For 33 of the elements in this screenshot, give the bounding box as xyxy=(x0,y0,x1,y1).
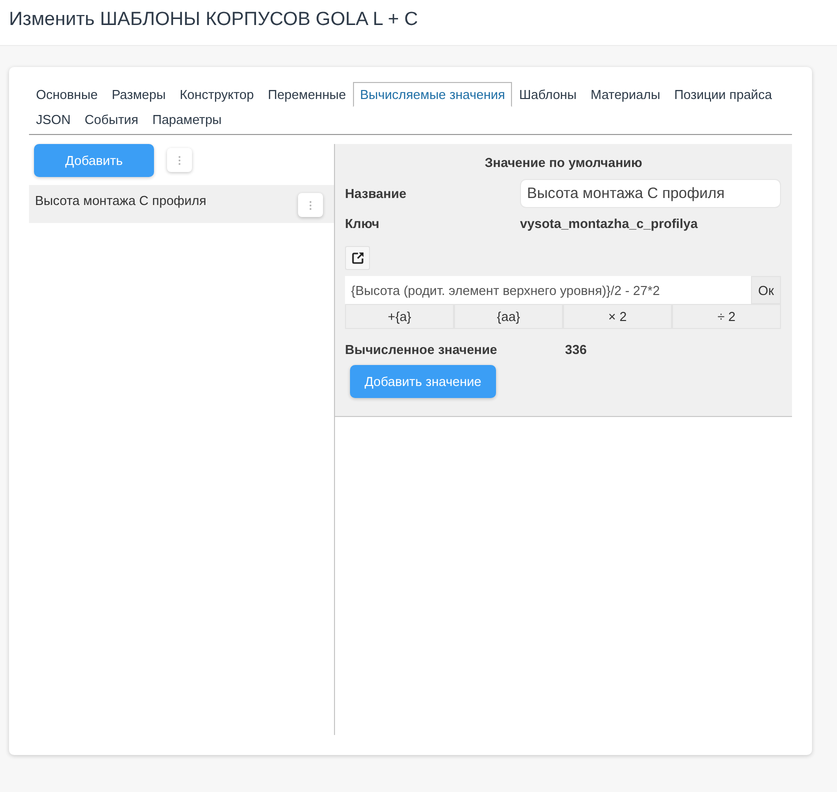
tab[interactable]: JSON xyxy=(29,107,78,132)
operator-button[interactable]: +{a} xyxy=(345,304,454,329)
page-title: Изменить ШАБЛОНЫ КОРПУСОВ GOLA L + C xyxy=(9,8,418,32)
tab[interactable]: Размеры xyxy=(104,82,173,107)
more-icon xyxy=(309,200,312,210)
more-button[interactable] xyxy=(167,148,192,172)
name-input[interactable]: Высота монтажа С профиля xyxy=(520,178,781,208)
operator-button[interactable]: {aa} xyxy=(454,304,563,329)
field-label: Ключ xyxy=(345,216,380,230)
tab[interactable]: Конструктор xyxy=(172,82,261,107)
tab[interactable]: Переменные xyxy=(260,82,353,107)
tab[interactable]: Вычисляемые значения xyxy=(352,82,512,107)
formula-input[interactable]: {Высота (родит. элемент верхнего уровня)}/2 - 27*2 xyxy=(345,276,751,304)
key-value: vysota_montazha_c_profilya xyxy=(520,216,698,230)
more-button[interactable] xyxy=(298,193,323,217)
tab[interactable]: Позиции прайса xyxy=(667,82,779,107)
tab[interactable]: События xyxy=(78,107,146,132)
tab[interactable]: Шаблоны xyxy=(512,82,584,107)
external-link-icon xyxy=(352,252,364,264)
computed-value: 336 xyxy=(565,342,587,356)
field-label: Название xyxy=(345,186,406,200)
tab[interactable]: Основные xyxy=(29,82,105,107)
operator-button[interactable]: ÷ 2 xyxy=(672,304,781,329)
field-label: Вычисленное значение xyxy=(345,342,498,356)
tab[interactable]: Материалы xyxy=(584,82,668,107)
ok-button[interactable]: Ок xyxy=(751,276,781,304)
tab[interactable]: Параметры xyxy=(145,107,229,132)
more-icon xyxy=(178,156,181,164)
list-item-label: Высота монтажа С профиля xyxy=(35,193,206,208)
list-item[interactable]: Высота монтажа С профиля xyxy=(29,185,334,223)
panel-heading: Значение по умолчанию xyxy=(484,154,644,172)
operator-button[interactable]: × 2 xyxy=(563,304,672,329)
external-link-button[interactable] xyxy=(345,246,370,270)
